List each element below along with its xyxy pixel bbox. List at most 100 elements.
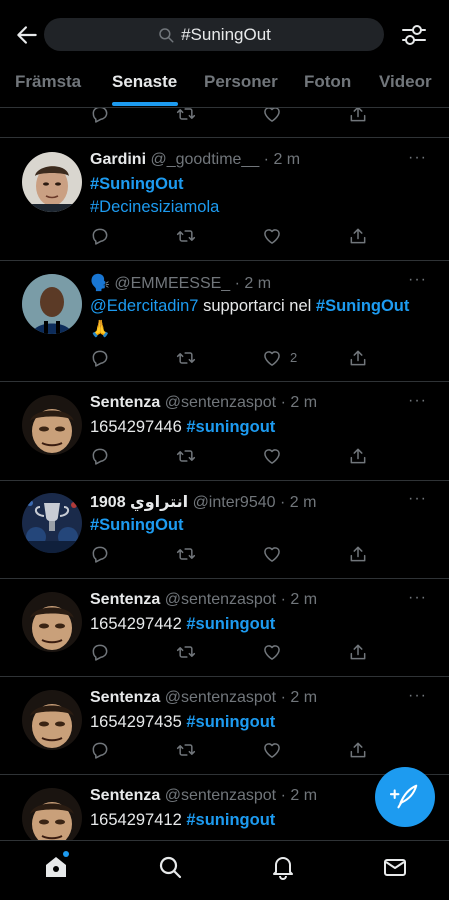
avatar[interactable] (22, 152, 82, 212)
like-icon[interactable] (262, 642, 282, 662)
handle-time: @sentenzaspot · 2 m (164, 689, 318, 706)
tweet-text: #SuningOut (90, 514, 184, 537)
display-name[interactable]: Sentenza (90, 394, 160, 411)
share-icon[interactable] (348, 226, 368, 246)
tweet[interactable]: 🗣️ @EMMEESSE_ · 2 m ··· @Edercitadin7 su… (0, 260, 449, 381)
tweet-header: 🗣️ @EMMEESSE_ · 2 m (90, 273, 271, 293)
handle-time: @_goodtime__ · 2 m (150, 151, 301, 168)
handle-time: @sentenzaspot · 2 m (164, 591, 318, 608)
hashtag-link[interactable]: #suningout (186, 615, 275, 633)
active-tab-indicator (112, 102, 178, 106)
more-options-icon[interactable]: ··· (408, 392, 427, 410)
more-options-icon[interactable]: ··· (408, 149, 427, 167)
hashtag-link[interactable]: #suningout (186, 811, 275, 829)
reply-icon[interactable] (90, 740, 110, 760)
retweet-icon[interactable] (176, 544, 196, 564)
avatar[interactable] (22, 395, 82, 455)
tweet-number: 1654297435 (90, 713, 182, 731)
mention-link[interactable]: @Edercitadin7 (90, 297, 198, 315)
back-arrow-icon[interactable] (14, 22, 40, 48)
more-options-icon[interactable]: ··· (408, 687, 427, 705)
reply-icon[interactable] (90, 446, 110, 466)
like-icon[interactable] (262, 446, 282, 466)
avatar[interactable] (22, 592, 82, 652)
bottom-navigation (0, 840, 449, 900)
tweet-header: Sentenza @sentenzaspot · 2 m (90, 394, 317, 412)
search-icon[interactable] (157, 854, 183, 880)
tweet-actions (90, 544, 370, 564)
reply-icon[interactable] (90, 348, 110, 368)
tab-videor[interactable]: Videor (379, 72, 432, 92)
avatar[interactable] (22, 493, 82, 553)
feather-plus-icon (390, 784, 418, 809)
display-name[interactable]: Gardini (90, 151, 146, 168)
retweet-icon[interactable] (176, 226, 196, 246)
avatar[interactable] (22, 690, 82, 750)
more-options-icon[interactable]: ··· (408, 490, 427, 508)
hashtag-link[interactable]: #SuningOut (90, 516, 184, 534)
new-content-dot (63, 851, 69, 857)
tweet[interactable]: انتراوي 1908 @inter9540 · 2 m ··· #Sunin… (0, 480, 449, 578)
tweet-text: 1654297435 #suningout (90, 711, 275, 734)
display-name[interactable]: Sentenza (90, 787, 160, 804)
tweet-body: supportarci nel (198, 297, 316, 315)
search-input[interactable]: #SuningOut (44, 18, 384, 51)
home-icon[interactable] (43, 854, 69, 880)
tweet-header: Sentenza @sentenzaspot · 2 m (90, 591, 317, 609)
share-icon[interactable] (348, 446, 368, 466)
display-name[interactable]: انتراوي 1908 (90, 494, 188, 511)
avatar[interactable] (22, 788, 82, 840)
hashtag-link[interactable]: #SuningOut (90, 175, 184, 193)
retweet-icon[interactable] (176, 740, 196, 760)
filter-settings-icon[interactable] (400, 22, 428, 48)
tab-personer[interactable]: Personer (204, 72, 278, 92)
tweet-number: 1654297442 (90, 615, 182, 633)
search-icon (157, 26, 175, 44)
hashtag-link[interactable]: #suningout (186, 418, 275, 436)
share-icon[interactable] (348, 348, 368, 368)
avatar[interactable] (22, 274, 82, 334)
tweet-text: 1654297446 #suningout (90, 416, 275, 439)
retweet-icon[interactable] (176, 348, 196, 368)
hashtag-link[interactable]: #SuningOut (316, 297, 410, 315)
handle-time: @sentenzaspot · 2 m (164, 394, 318, 411)
tweet-header: Sentenza @sentenzaspot · 2 m (90, 689, 317, 707)
display-name[interactable]: Sentenza (90, 689, 160, 706)
more-options-icon[interactable]: ··· (408, 589, 427, 607)
display-name[interactable]: Sentenza (90, 591, 160, 608)
like-icon[interactable] (262, 740, 282, 760)
share-icon[interactable] (348, 642, 368, 662)
messages-envelope-icon[interactable] (382, 854, 408, 880)
retweet-icon[interactable] (176, 446, 196, 466)
share-icon[interactable] (348, 740, 368, 760)
tweet-emoji: 🙏 (90, 320, 111, 338)
top-bar: #SuningOut Främsta Senaste Personer Foto… (0, 0, 449, 108)
tweet-text-line2: #Decinesiziamola (90, 196, 219, 219)
share-icon[interactable] (348, 544, 368, 564)
tweet[interactable]: Sentenza @sentenzaspot · 2 m ··· 1654297… (0, 676, 449, 774)
tab-senaste[interactable]: Senaste (112, 72, 177, 92)
tweet[interactable]: Gardini @_goodtime__ · 2 m ··· #SuningOu… (0, 137, 449, 260)
like-count: 2 (290, 350, 298, 365)
tweet-text: @Edercitadin7 supportarci nel #SuningOut (90, 295, 409, 318)
hashtag-link[interactable]: #Decinesiziamola (90, 198, 219, 216)
notifications-bell-icon[interactable] (270, 854, 296, 880)
compose-tweet-button[interactable] (375, 767, 435, 827)
retweet-icon[interactable] (176, 642, 196, 662)
tweet-text: 1654297442 #suningout (90, 613, 275, 636)
tab-foton[interactable]: Foton (304, 72, 351, 92)
more-options-icon[interactable]: ··· (408, 271, 427, 289)
tweet[interactable]: Sentenza @sentenzaspot · 2 m ··· 1654297… (0, 381, 449, 480)
tab-framsta[interactable]: Främsta (15, 72, 81, 92)
like-icon[interactable] (262, 544, 282, 564)
like-icon[interactable] (262, 348, 282, 368)
tweet-header: Sentenza @sentenzaspot · 2 m (90, 787, 317, 805)
hashtag-link[interactable]: #suningout (186, 713, 275, 731)
like-icon[interactable] (262, 226, 282, 246)
tweet[interactable]: Sentenza @sentenzaspot · 2 m ··· 1654297… (0, 578, 449, 676)
reply-icon[interactable] (90, 226, 110, 246)
reply-icon[interactable] (90, 642, 110, 662)
display-name[interactable]: 🗣️ (90, 275, 110, 292)
tweet-number: 1654297412 (90, 811, 182, 829)
reply-icon[interactable] (90, 544, 110, 564)
